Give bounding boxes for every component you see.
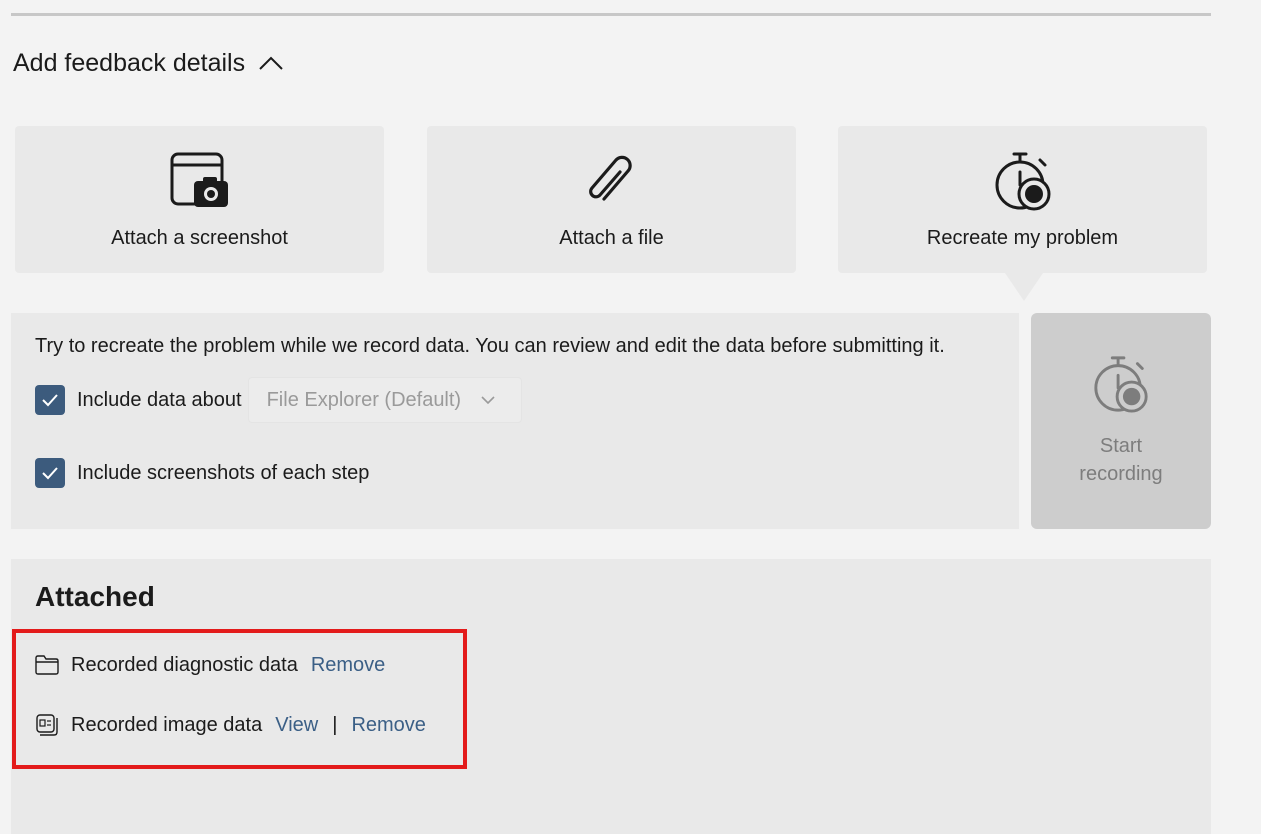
start-recording-label: Start recording bbox=[1079, 435, 1163, 485]
include-screenshots-checkbox[interactable] bbox=[35, 458, 65, 488]
selected-card-pointer bbox=[1005, 273, 1043, 301]
recreate-my-problem-button[interactable]: Recreate my problem bbox=[838, 126, 1207, 273]
remove-image-link[interactable]: Remove bbox=[351, 714, 425, 737]
recording-options-panel: Try to recreate the problem while we rec… bbox=[11, 313, 1019, 529]
attached-item-image: Recorded image data View | Remove bbox=[35, 713, 426, 737]
attach-file-button[interactable]: Attach a file bbox=[427, 126, 796, 273]
paperclip-icon bbox=[582, 151, 642, 211]
app-dropdown-value: File Explorer (Default) bbox=[266, 388, 462, 411]
checkmark-icon bbox=[42, 467, 58, 480]
recreate-my-problem-label: Recreate my problem bbox=[926, 227, 1119, 249]
attached-title: Attached bbox=[35, 581, 155, 612]
include-data-label: Include data about bbox=[77, 388, 242, 411]
start-recording-button[interactable]: Start recording bbox=[1031, 313, 1211, 529]
remove-diagnostic-link[interactable]: Remove bbox=[311, 654, 385, 677]
stopwatch-record-icon bbox=[1091, 353, 1151, 420]
add-feedback-details-toggle[interactable]: Add feedback details bbox=[13, 44, 285, 82]
chevron-up-icon bbox=[257, 53, 285, 73]
attached-item-diagnostic: Recorded diagnostic data Remove bbox=[35, 653, 385, 677]
section-title: Add feedback details bbox=[13, 48, 246, 77]
include-screenshots-row: Include screenshots of each step bbox=[35, 458, 369, 488]
include-screenshots-label: Include screenshots of each step bbox=[77, 461, 370, 484]
highlight-box bbox=[12, 629, 467, 769]
chevron-down-icon bbox=[481, 395, 495, 405]
include-data-checkbox[interactable] bbox=[35, 385, 65, 415]
link-separator: | bbox=[332, 713, 338, 736]
folder-icon bbox=[35, 653, 59, 677]
checkmark-icon bbox=[42, 394, 58, 407]
attach-screenshot-label: Attach a screenshot bbox=[111, 227, 288, 249]
screenshot-camera-icon bbox=[170, 151, 230, 211]
attach-file-label: Attach a file bbox=[559, 227, 664, 249]
top-divider bbox=[11, 13, 1211, 16]
attach-screenshot-button[interactable]: Attach a screenshot bbox=[15, 126, 384, 273]
view-image-link[interactable]: View bbox=[275, 714, 318, 737]
recording-description: Try to recreate the problem while we rec… bbox=[35, 335, 945, 357]
stopwatch-record-icon bbox=[992, 151, 1054, 211]
image-data-icon bbox=[35, 713, 59, 737]
attached-item-label: Recorded diagnostic data bbox=[71, 653, 298, 676]
attached-item-label: Recorded image data bbox=[71, 713, 263, 736]
attached-panel: Attached Recorded diagnostic data Remove… bbox=[11, 559, 1211, 834]
include-data-row: Include data about File Explorer (Defaul… bbox=[35, 377, 522, 423]
app-dropdown[interactable]: File Explorer (Default) bbox=[247, 377, 522, 423]
